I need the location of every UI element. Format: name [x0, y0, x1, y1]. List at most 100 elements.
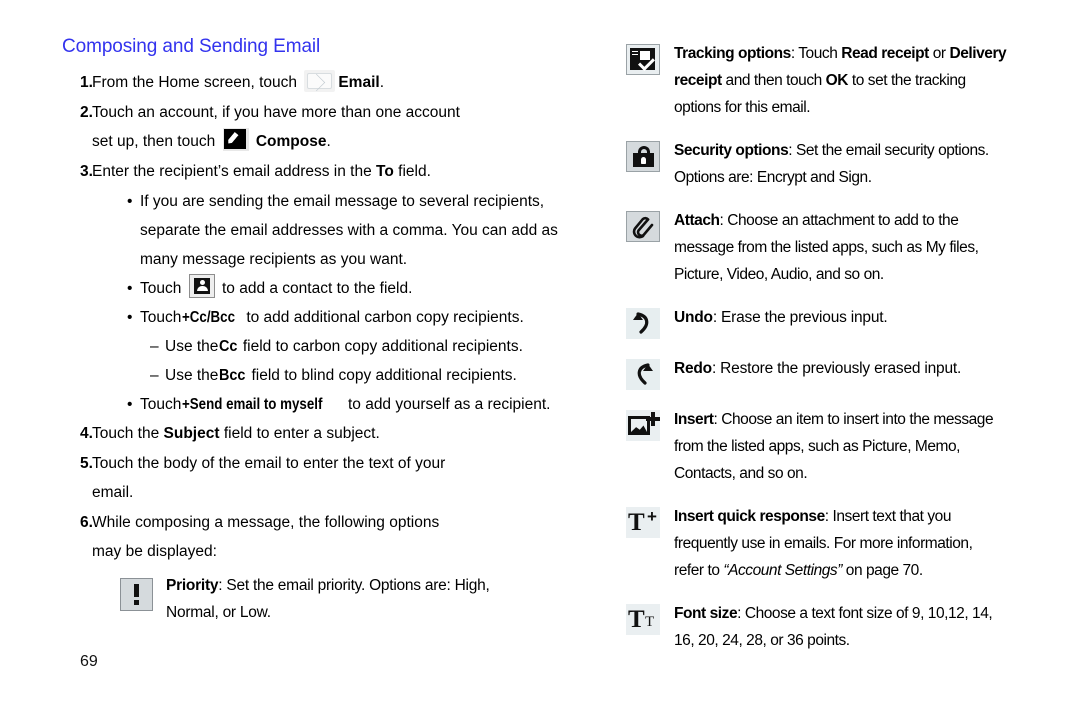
- font-size-icon: TT: [626, 604, 660, 635]
- cc-label: Cc: [218, 337, 238, 355]
- bullet-tail: to add a contact to the field.: [217, 279, 413, 297]
- bullet-text: Touch +Send email to myself to add yours…: [140, 390, 602, 419]
- fontsize-line-2: 16, 20, 24, 28, or 36 points.: [674, 632, 850, 649]
- step-5-line-1: Touch the body of the email to enter the…: [92, 454, 446, 472]
- option-priority: Priority: Set the email priority. Option…: [120, 572, 602, 626]
- step-6-text: While composing a message, the following…: [92, 508, 602, 566]
- bullet-text: Touch +Cc/Bcc to add additional carbon c…: [140, 303, 602, 332]
- tracking-2d: to set the tracking: [848, 72, 966, 89]
- bullet-several-recipients: • If you are sending the email message t…: [127, 187, 602, 274]
- send-email-to-myself-label: +Send email to myself: [182, 395, 323, 413]
- security-lock-icon: [626, 141, 660, 172]
- step-1-text: From the Home screen, touch Email.: [92, 68, 602, 97]
- email-envelope-icon: [304, 69, 336, 92]
- insert-line-3: Contacts, and so on.: [674, 465, 808, 482]
- tracking-line-3: options for this email.: [674, 99, 811, 116]
- step-2-line-1: Touch an account, if you have more than …: [92, 103, 460, 121]
- option-font-size: TT Font size: Choose a text font size of…: [626, 600, 1038, 654]
- step-6-number: 6.: [80, 513, 93, 531]
- step-3-b: To: [376, 162, 394, 180]
- bcc-label: Bcc: [218, 366, 246, 384]
- option-tracking-options: Tracking options: Touch Read receipt or …: [626, 40, 1038, 121]
- option-attach-text: Attach: Choose an attachment to add to t…: [674, 207, 1038, 288]
- attach-paperclip-icon: [626, 211, 660, 242]
- attach-rest: : Choose an attachment to add to the: [719, 212, 959, 229]
- quick-line-3: refer to “Account Settings” on page 70.: [674, 557, 1038, 584]
- step-1-number: 1.: [80, 73, 93, 91]
- fontsize-label: Font size: [674, 605, 738, 622]
- bullet-mark: •: [127, 308, 133, 326]
- attach-line-2: message from the listed apps, such as My…: [674, 239, 979, 256]
- step-6-line-1: While composing a message, the following…: [92, 513, 440, 531]
- step-2-tail: .: [326, 132, 331, 150]
- attach-line-1: Attach: Choose an attachment to add to t…: [674, 207, 1038, 234]
- tracking-1c: or: [928, 45, 950, 62]
- step-3: 3. Enter the recipient’s email address i…: [62, 157, 602, 186]
- security-line-2: Options are: Encrypt and Sign.: [674, 169, 872, 186]
- redo-line-1: Redo: Restore the previously erased inpu…: [674, 355, 1038, 382]
- insert-quick-response-icon: T +: [626, 507, 660, 538]
- step-2-text: Touch an account, if you have more than …: [92, 98, 602, 156]
- bullet-a: Touch: [140, 308, 186, 326]
- step-4-a: Touch the: [92, 424, 164, 442]
- redo-rest: : Restore the previously erased input.: [711, 360, 962, 377]
- priority-exclamation-icon: [120, 577, 153, 611]
- attach-line-3: Picture, Video, Audio, and so on.: [674, 266, 884, 283]
- step-3-number: 3.: [80, 162, 93, 180]
- step-3-a: Enter the recipient’s email address in t…: [92, 162, 377, 180]
- dash-c: field to carbon copy additional recipien…: [238, 337, 523, 355]
- page-number: 69: [80, 653, 98, 670]
- bullet-cc-bcc: • Touch +Cc/Bcc to add additional carbon…: [127, 303, 602, 332]
- step-4-number: 4.: [80, 424, 93, 442]
- sub-dash-bcc: – Use the Bcc field to blind copy additi…: [150, 361, 602, 390]
- option-security-options: Security options: Set the email security…: [626, 137, 1038, 191]
- dash-a: Use the: [165, 366, 223, 384]
- step-1-tail: .: [379, 73, 385, 91]
- attach-label: Attach: [674, 212, 720, 229]
- insert-picture-plus-icon: [626, 410, 660, 441]
- option-undo-text: Undo: Erase the previous input.: [674, 304, 1038, 331]
- dash-mark: –: [150, 366, 159, 384]
- priority-line-1: Priority: Set the email priority. Option…: [166, 572, 602, 599]
- step-2: 2. Touch an account, if you have more th…: [62, 98, 602, 156]
- quick-line-1: Insert quick response: Insert text that …: [674, 503, 1038, 530]
- option-font-size-text: Font size: Choose a text font size of 9,…: [674, 600, 1038, 654]
- step-1-bold: Email: [338, 73, 380, 91]
- manual-page: Composing and Sending Email 1. From the …: [0, 0, 1080, 720]
- bullet-line-3: many message recipients as you want.: [140, 250, 408, 268]
- quick-line-2: frequently use in emails. For more infor…: [674, 535, 973, 552]
- tracking-2b: and then touch: [721, 72, 826, 89]
- undo-line-1: Undo: Erase the previous input.: [674, 304, 1038, 331]
- dash-c: field to blind copy additional recipient…: [247, 366, 517, 384]
- step-1-lead: From the Home screen, touch: [92, 73, 302, 91]
- dash-a: Use the: [165, 337, 223, 355]
- add-contact-icon: [188, 273, 215, 298]
- insert-line-1: Insert: Choose an item to insert into th…: [674, 406, 1038, 433]
- option-insert-text: Insert: Choose an item to insert into th…: [674, 406, 1038, 487]
- option-attach: Attach: Choose an attachment to add to t…: [626, 207, 1038, 288]
- option-quick-response-text: Insert quick response: Insert text that …: [674, 503, 1038, 584]
- undo-arrow-icon: [626, 308, 660, 339]
- bullet-text: If you are sending the email message to …: [140, 187, 602, 274]
- bullet-add-contact: • Touch to add a contact to the field.: [127, 273, 602, 303]
- bullet-c: to add yourself as a recipient.: [343, 395, 551, 413]
- redo-label: Redo: [674, 360, 712, 377]
- priority-line-2: Normal, or Low.: [166, 603, 271, 621]
- security-line-1: Security options: Set the email security…: [674, 137, 1038, 164]
- step-4-c: field to enter a subject.: [219, 424, 380, 442]
- tracking-line-2: receipt and then touch OK to set the tra…: [674, 67, 1038, 94]
- step-2-line-2: set up, then touch Compose.: [92, 127, 602, 156]
- option-undo: Undo: Erase the previous input.: [626, 304, 1038, 339]
- bullet-line-2: separate the email addresses with a comm…: [140, 221, 558, 239]
- insert-line-2: from the listed apps, such as Picture, M…: [674, 438, 961, 455]
- step-5: 5. Touch the body of the email to enter …: [62, 449, 602, 507]
- bullet-a: Touch: [140, 395, 186, 413]
- step-3-c: field.: [393, 162, 431, 180]
- compose-pencil-icon: [222, 127, 249, 151]
- quick-3a: refer to: [674, 562, 724, 579]
- step-2-lead: set up, then touch: [92, 132, 220, 150]
- fontsize-line-1: Font size: Choose a text font size of 9,…: [674, 600, 1038, 627]
- tracking-receipt: receipt: [674, 72, 722, 89]
- tracking-line-1: Tracking options: Touch Read receipt or …: [674, 40, 1038, 67]
- bullet-lead: Touch: [140, 279, 186, 297]
